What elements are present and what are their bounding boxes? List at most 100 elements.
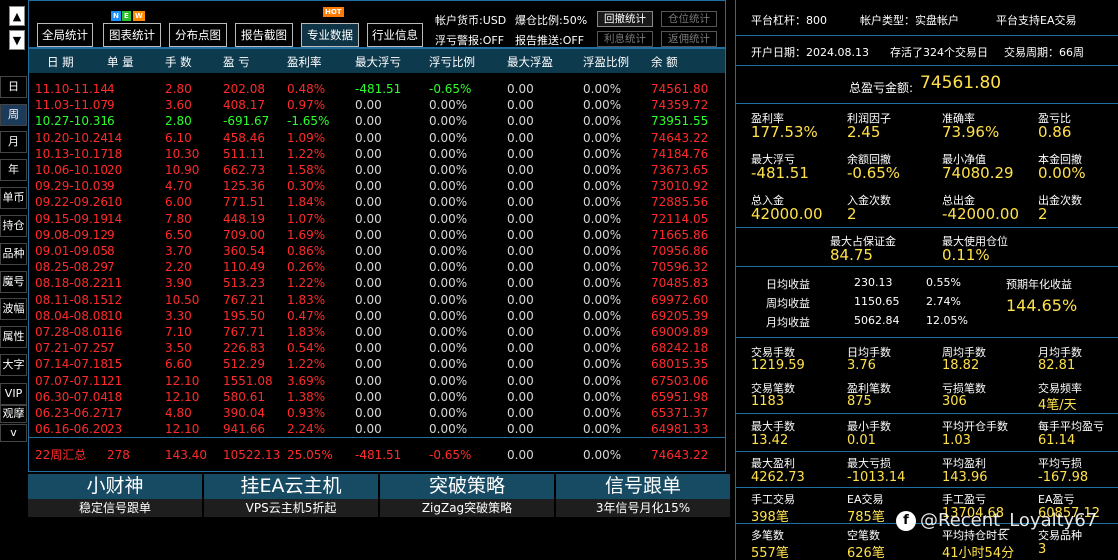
toolbar-button[interactable]: 分布点图: [169, 23, 227, 47]
table-cell: 73010.92: [651, 179, 709, 194]
weekly-stats-table: 日 期 单 量 手 数 盈 亏 盈利率 最大浮亏 浮亏比例 最大浮盈 浮盈比例 余 额 11.10…: [28, 48, 726, 472]
column-header[interactable]: 浮亏比例: [429, 54, 475, 70]
left-nav-button[interactable]: 观摩: [0, 405, 27, 423]
toolbar-button[interactable]: 报告截图: [235, 23, 293, 47]
table-row[interactable]: 10.20-10.24 14 6.10 458.46 1.09% 0.00 0.00% 0.0…: [29, 130, 725, 146]
table-cell: 3.70: [165, 244, 192, 258]
column-header[interactable]: 盈 亏: [223, 54, 250, 70]
table-cell: 0.00%: [583, 130, 622, 145]
stat-value: 2: [1038, 205, 1048, 223]
table-row[interactable]: 07.28-08.01 16 7.10 767.71 1.83% 0.00 0.00% 0.0…: [29, 324, 725, 340]
stat-value: -0.65%: [847, 164, 901, 182]
left-nav-button[interactable]: 单币: [0, 187, 27, 209]
table-cell: 2.20: [165, 260, 192, 275]
stat-value: -1013.14: [847, 470, 906, 485]
column-header[interactable]: 最大浮盈: [507, 54, 553, 70]
table-cell: 09.01-09.05: [35, 244, 109, 258]
table-row[interactable]: 07.21-07.25 7 3.50 226.83 0.54% 0.00 0.00% 0.00…: [29, 340, 725, 356]
table-row[interactable]: 09.29-10.03 9 4.70 125.36 0.30% 0.00 0.00% 0.00…: [29, 178, 725, 194]
table-row[interactable]: 08.04-08.08 10 3.30 195.50 0.47% 0.00 0.00% 0.0…: [29, 308, 725, 324]
column-header[interactable]: 日 期: [47, 54, 74, 70]
promo-banner[interactable]: 突破策略 ZigZag突破策略: [380, 474, 554, 518]
table-cell: 202.08: [223, 82, 265, 96]
stat-value: -167.98: [1038, 470, 1089, 485]
stat-value: 143.96: [942, 470, 988, 485]
stat-value: 177.53%: [751, 123, 818, 141]
left-nav-button[interactable]: 日: [0, 76, 27, 98]
summary-cell: 143.40: [165, 448, 207, 462]
left-nav-button[interactable]: 月: [0, 131, 27, 153]
table-cell: 0.00: [355, 244, 382, 258]
stat-label: 最小手数: [847, 420, 891, 433]
table-row[interactable]: 06.16-06.20 23 12.10 941.66 2.24% 0.00 0.00% 0.…: [29, 421, 725, 437]
position-stats-button[interactable]: 仓位统计: [661, 11, 717, 27]
column-header[interactable]: 手 数: [165, 54, 192, 70]
left-nav-button[interactable]: 持仓: [0, 215, 27, 237]
table-cell: 12.10: [165, 389, 200, 404]
left-nav-button[interactable]: 品种: [0, 243, 27, 265]
left-nav-button[interactable]: 大字: [0, 354, 27, 376]
table-row[interactable]: 10.06-10.10 20 10.90 662.73 1.58% 0.00 0.00% 0.…: [29, 162, 725, 178]
left-nav-button[interactable]: 波幅: [0, 298, 27, 320]
toolbar-button[interactable]: 专业数据: [301, 23, 359, 47]
table-row[interactable]: 09.15-09.19 14 7.80 448.19 1.07% 0.00 0.00% 0.0…: [29, 211, 725, 227]
table-cell: 4.70: [165, 179, 192, 194]
stat-value: 4笔/天: [1038, 398, 1077, 413]
table-cell: 0.00%: [429, 179, 468, 194]
toolbar-button[interactable]: 行业信息: [367, 23, 423, 47]
drawdown-stats-button[interactable]: 回撤统计: [597, 11, 653, 27]
stat-label: 平均亏损: [1038, 457, 1082, 470]
table-cell: 0.00%: [429, 211, 468, 226]
column-header[interactable]: 浮盈比例: [583, 54, 629, 70]
toolbar-button[interactable]: 全局统计: [37, 23, 93, 47]
volume-grid: 交易手数 1219.59 日均手数 3.76 周均手数 18.82 月均手数 82.81 交易笔…: [736, 338, 1118, 414]
table-cell: 0.00%: [429, 406, 468, 420]
table-row[interactable]: 08.18-08.22 11 3.90 513.23 1.22% 0.00 0.00% 0.0…: [29, 275, 725, 291]
promo-banner[interactable]: 挂EA云主机 VPS云主机5折起: [204, 474, 378, 518]
table-row[interactable]: 08.11-08.15 12 10.50 767.21 1.83% 0.00 0.00% 0.…: [29, 292, 725, 308]
table-row[interactable]: 10.27-10.31 6 2.80 -691.67 -1.65% 0.00 0.00% 0.…: [29, 113, 725, 129]
table-cell: 6.00: [165, 195, 192, 210]
table-row[interactable]: 09.01-09.05 8 3.70 360.54 0.86% 0.00 0.00% 0.00…: [29, 243, 725, 259]
table-cell: 195.50: [223, 308, 265, 323]
promo-banner[interactable]: 小财神 稳定信号跟单: [28, 474, 202, 518]
table-row[interactable]: 07.07-07.11 21 12.10 1551.08 3.69% 0.00 0.00% 0…: [29, 373, 725, 389]
left-nav-button[interactable]: 周: [0, 104, 27, 126]
table-cell: 0.00: [355, 325, 382, 339]
table-cell: 511.11: [223, 146, 265, 161]
left-nav-button[interactable]: 年: [0, 159, 27, 181]
left-nav-button[interactable]: 魔号: [0, 271, 27, 293]
interest-stats-button[interactable]: 利息统计: [597, 31, 653, 47]
left-nav-button[interactable]: 属性: [0, 326, 27, 348]
toolbar-button[interactable]: 图表统计: [103, 23, 161, 47]
table-row[interactable]: 08.25-08.29 7 2.20 110.49 0.26% 0.00 0.00% 0.00…: [29, 259, 725, 275]
column-header[interactable]: 余 额: [651, 54, 678, 70]
table-cell: 74643.22: [651, 130, 709, 145]
column-header[interactable]: 盈利率: [287, 54, 322, 70]
table-row[interactable]: 11.10-11.14 4 2.80 202.08 0.48% -481.51 -0.65%…: [29, 81, 725, 97]
table-cell: 0.00%: [583, 389, 622, 404]
table-cell: 0.00: [507, 227, 534, 242]
promo-banner[interactable]: 信号跟单 3年信号月化15%: [556, 474, 730, 518]
table-cell: 0.00%: [583, 195, 622, 210]
table-row[interactable]: 09.08-09.12 9 6.50 709.00 1.69% 0.00 0.00% 0.00…: [29, 227, 725, 243]
stat-value: 61.14: [1038, 433, 1076, 448]
table-row[interactable]: 11.03-11.07 9 3.60 408.17 0.97% 0.00 0.00% 0.00…: [29, 97, 725, 113]
watermark: f @Recent_Loyalty67: [896, 510, 1097, 531]
table-row[interactable]: 09.22-09.26 10 6.00 771.51 1.84% 0.00 0.00% 0.0…: [29, 194, 725, 210]
column-header[interactable]: 最大浮亏: [355, 54, 401, 70]
left-nav-button[interactable]: VIP: [0, 383, 27, 405]
table-row[interactable]: 07.14-07.18 15 6.60 512.29 1.22% 0.00 0.00% 0.0…: [29, 356, 725, 372]
table-row[interactable]: 06.23-06.27 17 4.80 390.04 0.93% 0.00 0.00% 0.0…: [29, 405, 725, 421]
table-row[interactable]: 10.13-10.17 18 10.30 511.11 1.22% 0.00 0.00% 0.…: [29, 146, 725, 162]
table-row[interactable]: 06.30-07.04 18 12.10 580.61 1.38% 0.00 0.00% 0.…: [29, 389, 725, 405]
table-cell: 0.00: [507, 357, 534, 372]
rebate-stats-button[interactable]: 返佣统计: [661, 31, 717, 47]
survival-days: 存活了324个交易日: [890, 46, 988, 59]
scroll-down-button[interactable]: ▼: [9, 30, 25, 50]
scroll-up-button[interactable]: ▲: [9, 6, 25, 26]
table-cell: 10.27-10.31: [35, 114, 109, 129]
column-header[interactable]: 单 量: [107, 54, 134, 70]
table-cell: 15: [107, 357, 123, 372]
left-nav-button[interactable]: v: [0, 424, 27, 442]
